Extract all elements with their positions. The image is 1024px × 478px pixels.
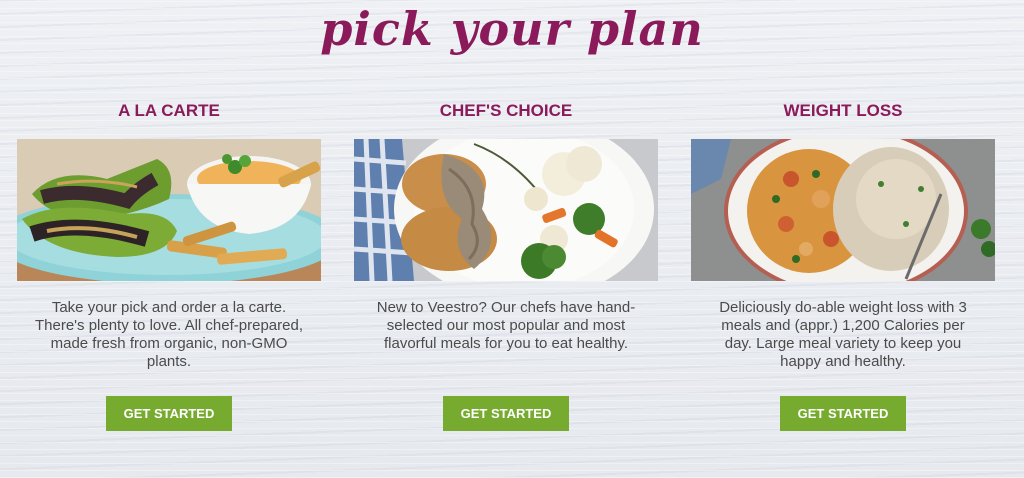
get-started-button[interactable]: GET STARTED <box>780 396 906 431</box>
plan-card-weight-loss: WEIGHT LOSS Deliciously do-able weight l… <box>691 100 995 431</box>
plan-card-a-la-carte: A LA CARTE Take your pick and order a la… <box>17 100 321 431</box>
curry-with-rice-photo <box>691 139 995 281</box>
plan-title: CHEF'S CHOICE <box>439 101 573 120</box>
plan-title: A LA CARTE <box>118 101 220 120</box>
plan-description: Take your pick and order a la carte. The… <box>34 299 303 370</box>
plan-title: WEIGHT LOSS <box>783 101 903 120</box>
plan-description: Deliciously do-able weight loss with 3 m… <box>719 299 967 370</box>
page-title: pick your plan <box>320 2 704 56</box>
plan-description: New to Veestro? Our chefs have hand-sele… <box>376 299 636 352</box>
cutlet-with-gravy-and-vegetables-photo <box>354 139 658 281</box>
plans-section: A LA CARTE Take your pick and order a la… <box>0 100 1024 478</box>
get-started-button[interactable]: GET STARTED <box>443 396 569 431</box>
get-started-button[interactable]: GET STARTED <box>106 396 232 431</box>
wrap-with-fries-photo <box>17 139 321 281</box>
plan-card-chefs-choice: CHEF'S CHOICE New to Veestro? Our chefs … <box>354 100 658 431</box>
